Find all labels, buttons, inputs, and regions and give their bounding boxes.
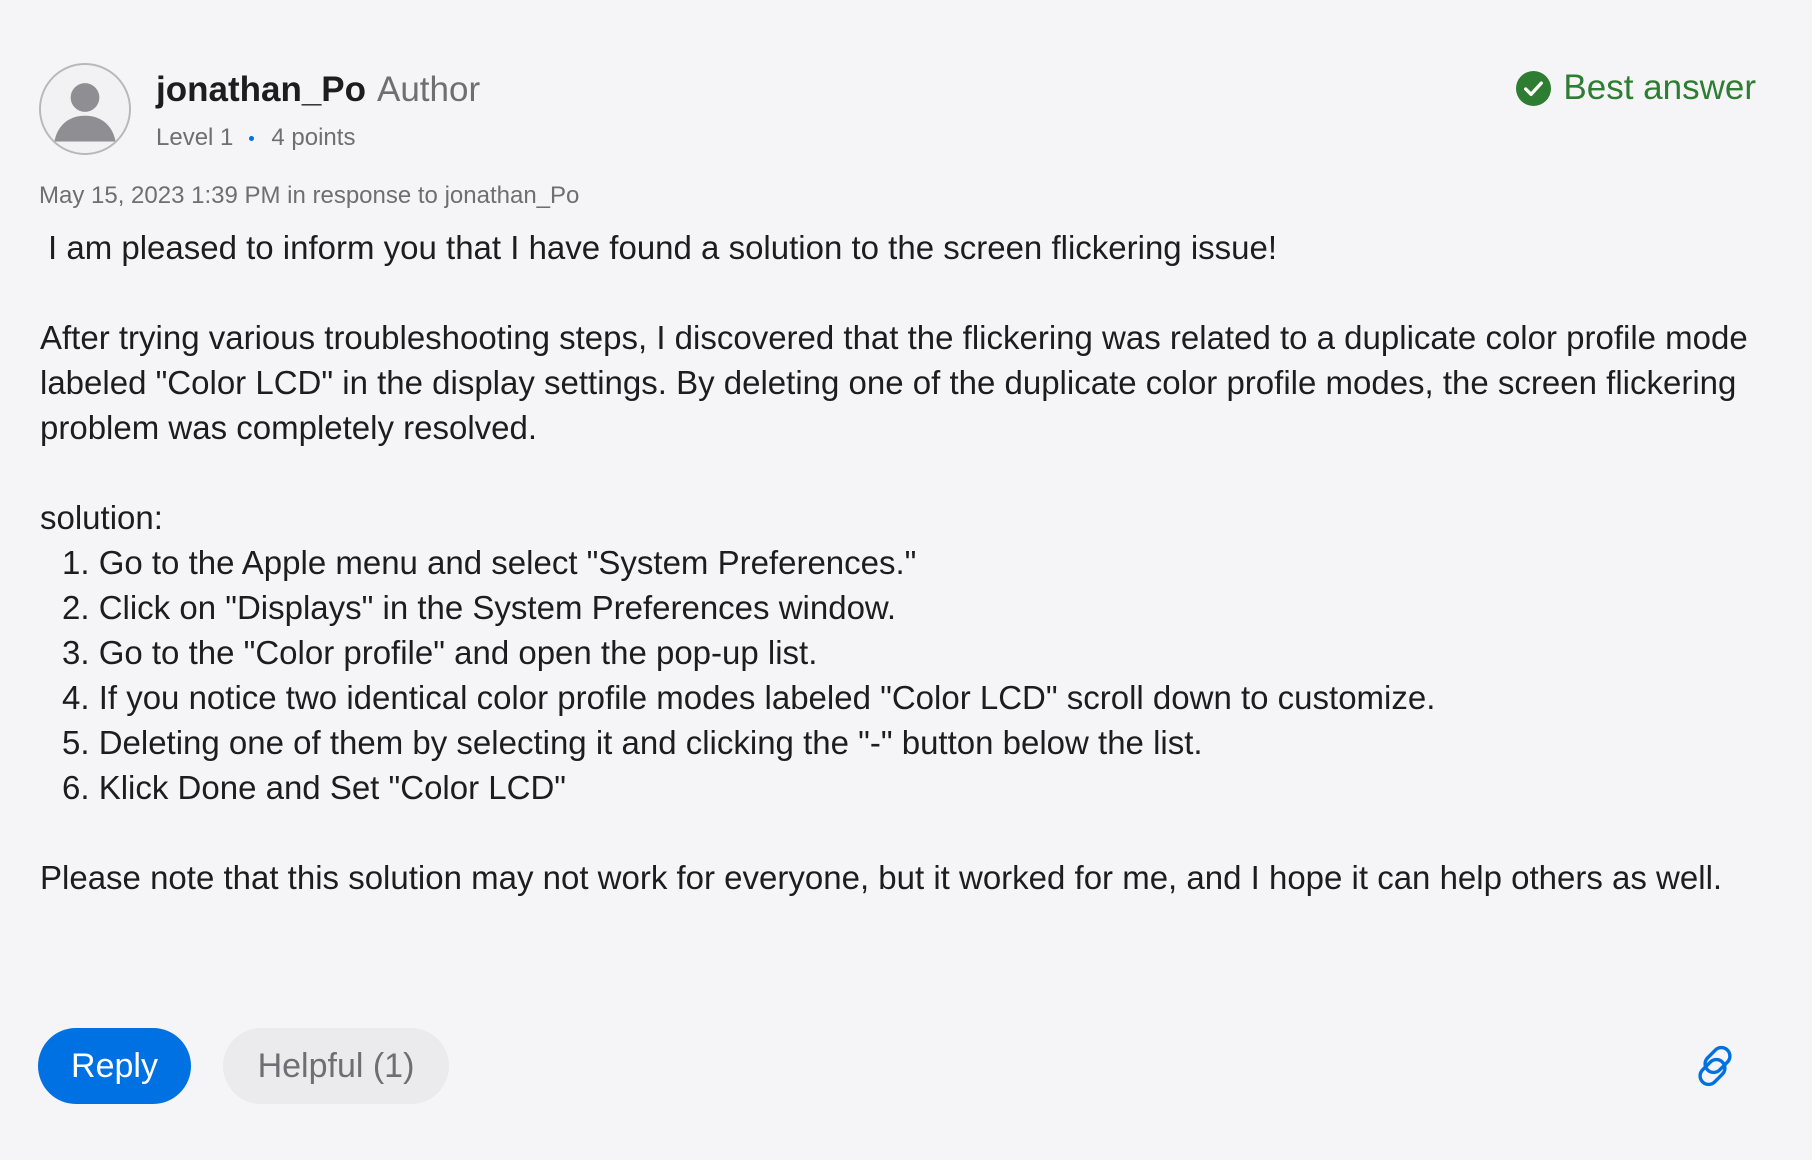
user-avatar-icon[interactable]	[39, 63, 131, 155]
user-meta: Level 1 4 points	[156, 122, 355, 154]
post-intro: I am pleased to inform you that I have f…	[48, 229, 1278, 266]
solution-step: 2. Click on "Displays" in the System Pre…	[62, 589, 897, 626]
solution-step: 4. If you notice two identical color pro…	[62, 679, 1436, 716]
community-post: jonathan_Po Author Level 1 4 points Best…	[0, 0, 1812, 1160]
link-icon[interactable]	[1689, 1040, 1741, 1092]
solution-steps: 1. Go to the Apple menu and select "Syst…	[40, 540, 1780, 810]
author-badge: Author	[377, 70, 481, 109]
solution-step: 5. Deleting one of them by selecting it …	[62, 724, 1203, 761]
solution-step: 6. Klick Done and Set "Color LCD"	[62, 769, 566, 806]
user-points: 4 points	[271, 124, 356, 151]
link-icon-graphic	[1698, 1045, 1732, 1087]
post-timestamp[interactable]: May 15, 2023 1:39 PM in response to jona…	[39, 180, 579, 212]
solution-step: 1. Go to the Apple menu and select "Syst…	[62, 544, 917, 581]
separator-dot	[249, 135, 255, 141]
author-username[interactable]: jonathan_Po	[156, 68, 366, 112]
solution-heading: solution:	[40, 499, 163, 536]
best-answer-label: Best answer	[1563, 68, 1756, 107]
check-circle-icon	[1516, 70, 1552, 106]
helpful-button[interactable]: Helpful (1)	[223, 1028, 449, 1104]
post-paragraph: After trying various troubleshooting ste…	[40, 319, 1748, 446]
avatar-silhouette	[41, 65, 129, 153]
post-closing: Please note that this solution may not w…	[40, 859, 1723, 896]
reply-button[interactable]: Reply	[38, 1028, 191, 1104]
user-level: Level 1	[156, 124, 234, 151]
post-body: I am pleased to inform you that I have f…	[40, 225, 1780, 900]
solution-step: 3. Go to the "Color profile" and open th…	[62, 634, 818, 671]
best-answer-badge: Best answer	[1516, 66, 1756, 110]
